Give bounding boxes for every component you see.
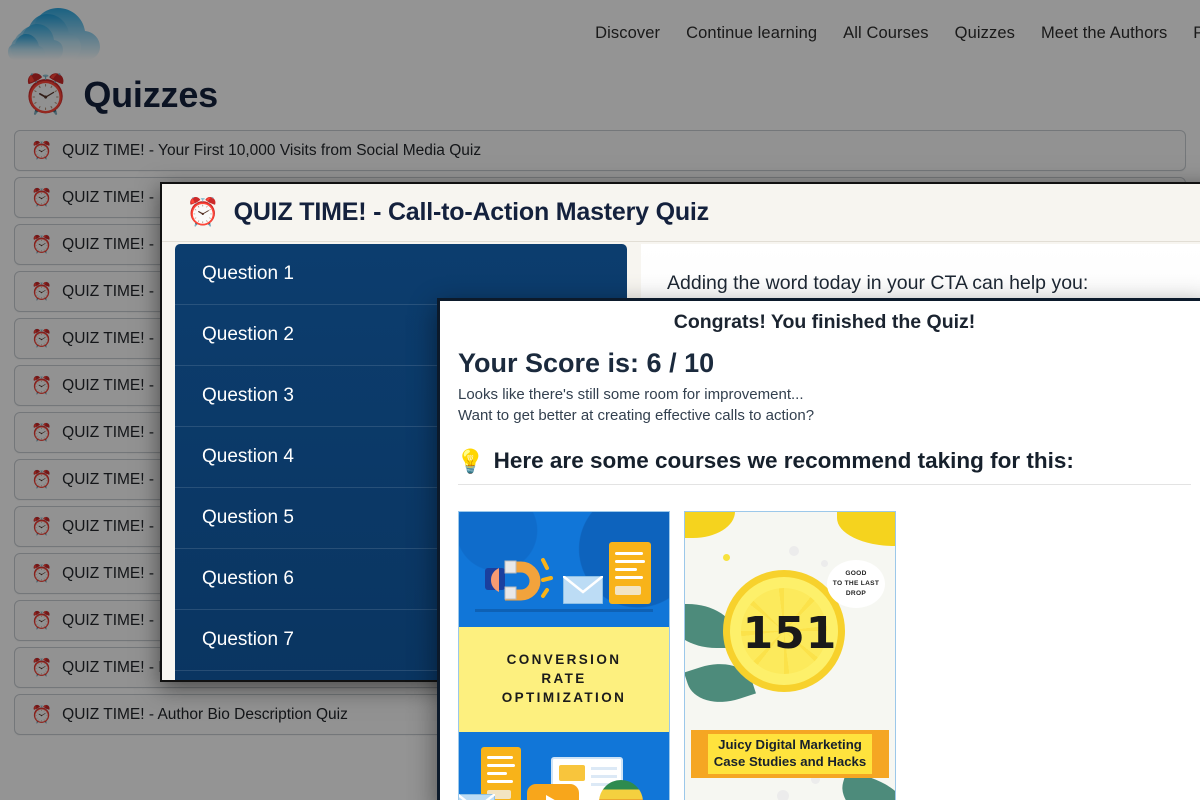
lightbulb-icon: 💡 xyxy=(456,447,485,474)
course-thumbnail-cro: CONVERSION RATE OPTIMIZATION xyxy=(459,512,669,800)
lemon-corner-shape xyxy=(685,512,735,538)
course-thumbnail-juicy: 151 GOOD TO THE LAST DROP Juicy Digital … xyxy=(685,512,895,800)
course-card-juicy-digital-marketing[interactable]: 151 GOOD TO THE LAST DROP Juicy Digital … xyxy=(684,511,896,800)
alarm-clock-icon: ⏰ xyxy=(186,197,220,227)
course-title-band: Juicy Digital Marketing Case Studies and… xyxy=(691,730,889,778)
course-title-line-3: OPTIMIZATION xyxy=(501,689,627,705)
envelope-icon xyxy=(563,576,603,604)
bubble-line-2: TO THE LAST xyxy=(832,580,880,588)
speech-bubble: GOOD TO THE LAST DROP xyxy=(827,560,885,608)
question-text: Adding the word today in your CTA can he… xyxy=(667,272,1089,294)
recommendation-heading-row: 💡 Here are some courses we recommend tak… xyxy=(440,424,1200,474)
document-icon xyxy=(609,542,651,604)
question-nav-item-1[interactable]: Question 1 xyxy=(175,244,627,305)
recommended-courses-row: CONVERSION RATE OPTIMIZATION 151 GOOD TO… xyxy=(440,485,1200,800)
document-icon xyxy=(481,747,521,800)
score-text: Your Score is: 6 / 10 xyxy=(458,348,715,378)
quiz-results-panel: Congrats! You finished the Quiz! Your Sc… xyxy=(437,298,1200,800)
laptop-screen-block xyxy=(559,765,585,781)
decorative-speck xyxy=(789,546,799,556)
quiz-modal-header: ⏰ QUIZ TIME! - Call-to-Action Mastery Qu… xyxy=(162,184,1200,242)
course-title-inner: Juicy Digital Marketing Case Studies and… xyxy=(707,734,873,774)
quiz-modal-title: QUIZ TIME! - Call-to-Action Mastery Quiz xyxy=(233,198,710,226)
course-number: 151 xyxy=(742,608,838,659)
bubble-line-1: GOOD xyxy=(845,570,867,578)
course-title-line-1: CONVERSION xyxy=(506,652,622,668)
congrats-heading: Congrats! You finished the Quiz! xyxy=(673,311,976,333)
decorative-speck xyxy=(821,560,828,567)
course-title-band: CONVERSION RATE OPTIMIZATION xyxy=(459,627,669,732)
course-title-line-2: RATE xyxy=(541,671,587,687)
feedback-line-1: Looks like there's still some room for i… xyxy=(458,386,804,403)
decorative-speck xyxy=(777,790,789,800)
envelope-icon xyxy=(459,794,495,800)
lemon-corner-shape xyxy=(837,512,895,546)
decorative-speck xyxy=(723,554,730,561)
app-root: Discover Continue learning All Courses Q… xyxy=(0,0,1200,800)
laptop-line xyxy=(591,775,617,778)
magnet-icon xyxy=(485,558,553,601)
laptop-line xyxy=(591,767,617,770)
feedback-line-2: Want to get better at creating effective… xyxy=(458,407,815,424)
course-title-line-2: Case Studies and Hacks xyxy=(713,754,867,769)
play-button-icon xyxy=(527,784,579,800)
recommendation-heading: Here are some courses we recommend takin… xyxy=(493,448,1074,473)
shelf-line xyxy=(475,609,653,612)
course-title-line-1: Juicy Digital Marketing xyxy=(718,737,862,753)
bubble-line-3: DROP xyxy=(845,589,867,597)
course-card-conversion-rate-optimization[interactable]: CONVERSION RATE OPTIMIZATION xyxy=(458,511,670,800)
